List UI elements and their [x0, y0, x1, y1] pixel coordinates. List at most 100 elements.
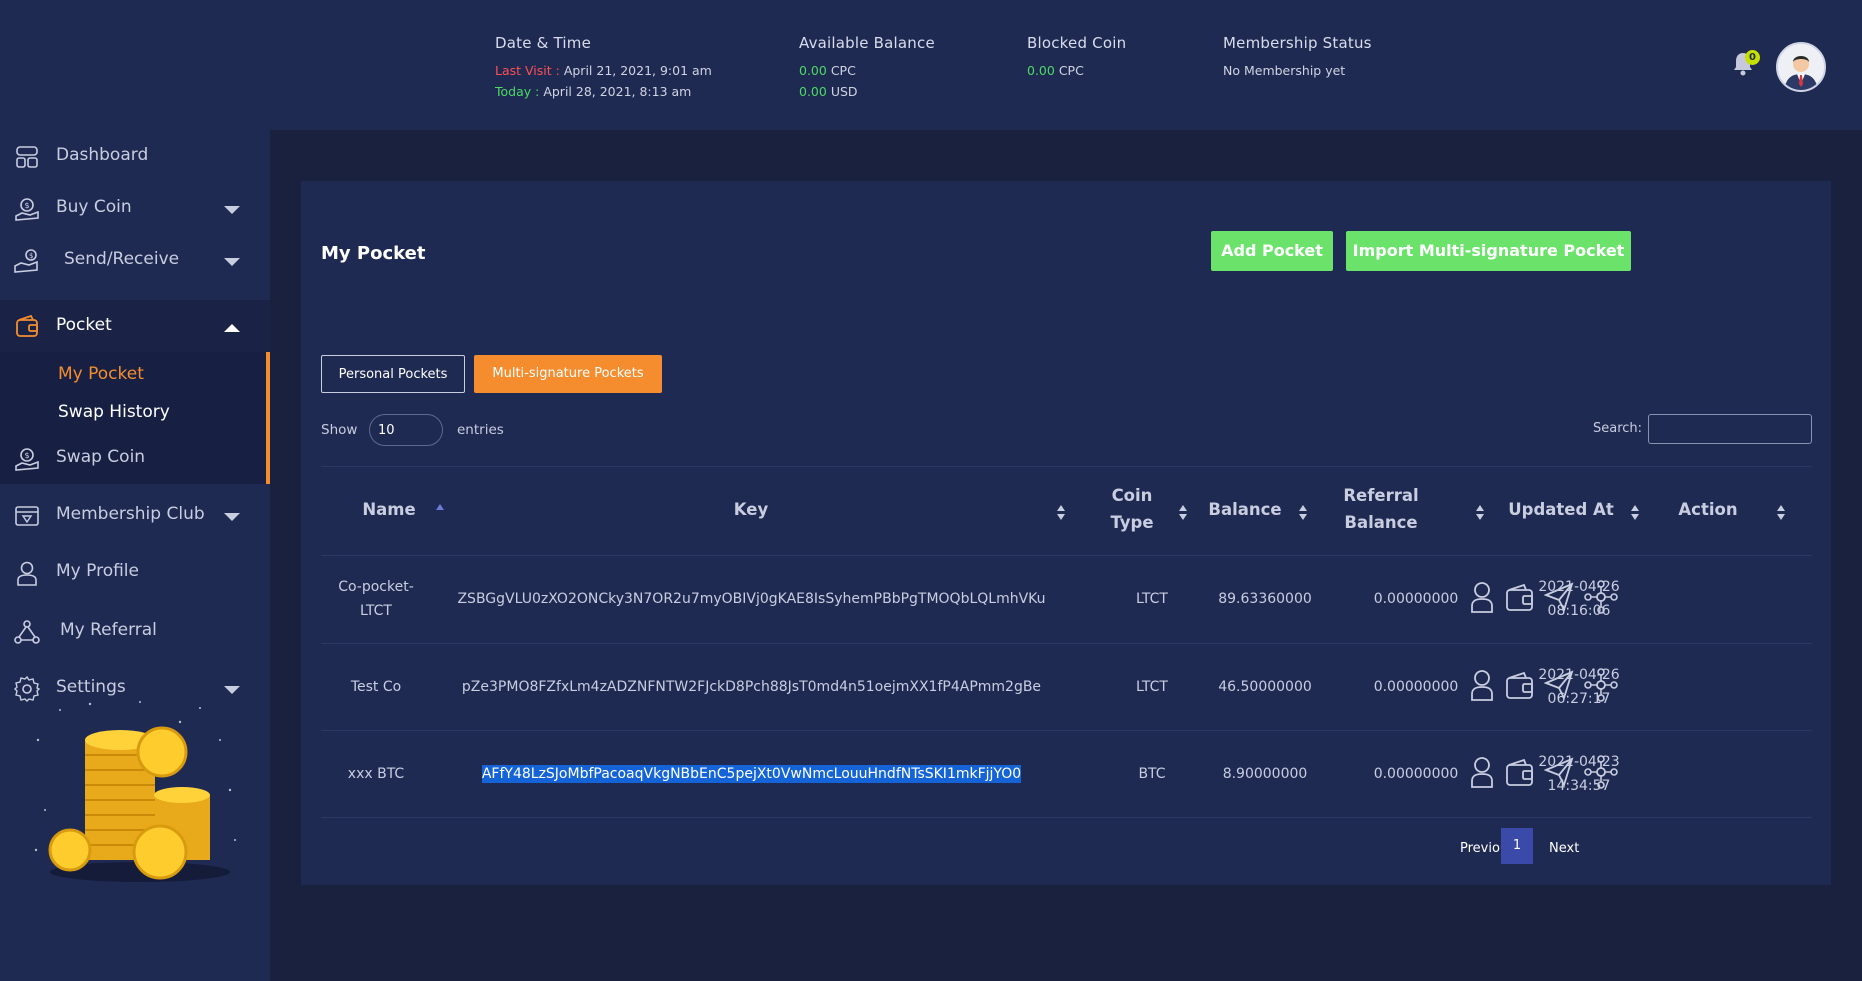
- wallet-icon[interactable]: [1505, 580, 1535, 614]
- available-cpc-unit: CPC: [826, 63, 856, 78]
- selected-key-text[interactable]: AFfY48LzSJoMbfPacoaqVkgNBbEnC5pejXt0VwNm…: [481, 765, 1022, 783]
- avatar-image: [1778, 44, 1824, 90]
- sidebar-item-dashboard[interactable]: Dashboard: [0, 130, 270, 182]
- column-header-updated-at[interactable]: Updated At: [1506, 496, 1616, 523]
- cell-referral-balance: 0.00000000: [1373, 591, 1459, 607]
- membership-block: Membership Status No Membership yet: [1223, 34, 1372, 81]
- send-icon[interactable]: [1544, 668, 1574, 702]
- sort-icon[interactable]: [1476, 505, 1484, 521]
- cell-referral-balance: 0.00000000: [1373, 679, 1459, 695]
- svg-text:$: $: [25, 201, 30, 210]
- cell-name-line2: LTCT: [360, 603, 392, 619]
- wallet-icon[interactable]: [1505, 755, 1535, 789]
- cell-name: Test Co: [321, 675, 431, 699]
- send-receive-icon: $: [14, 249, 38, 273]
- submenu-item-my-pocket[interactable]: My Pocket: [58, 364, 144, 384]
- column-header-balance[interactable]: Balance: [1200, 496, 1290, 523]
- user-icon: [17, 561, 37, 586]
- sort-icon[interactable]: [1299, 505, 1307, 521]
- search-label: Search:: [1593, 421, 1643, 436]
- cell-coin-type: BTC: [1138, 766, 1166, 782]
- network-icon[interactable]: [1584, 668, 1618, 702]
- sidebar-item-send-receive[interactable]: $ Send/Receive: [0, 234, 270, 286]
- table-row: Test Co pZe3PMO8FZfxLm4zADZNFNTW2FJckD8P…: [321, 644, 1812, 731]
- sidebar-item-label: My Profile: [56, 561, 139, 581]
- sidebar-item-swap-coin[interactable]: $ Swap Coin: [0, 432, 270, 484]
- available-usd-amount: 0.00: [799, 84, 827, 99]
- cell-name-line1: Test Co: [350, 679, 402, 695]
- cell-name-line1: xxx BTC: [347, 766, 405, 782]
- sort-asc-icon[interactable]: [436, 504, 444, 510]
- wallet-icon[interactable]: [1505, 668, 1535, 702]
- cell-key: pZe3PMO8FZfxLm4zADZNFNTW2FJckD8Pch88JsT0…: [461, 679, 1042, 695]
- user-icon[interactable]: [1469, 755, 1495, 789]
- chevron-down-icon[interactable]: [224, 258, 240, 266]
- cell-referral-balance: 0.00000000: [1373, 766, 1459, 782]
- blocked-coin-title: Blocked Coin: [1027, 34, 1127, 52]
- sort-icon[interactable]: [1777, 505, 1785, 521]
- sidebar-item-my-profile[interactable]: My Profile: [0, 546, 270, 598]
- sidebar-item-label: Settings: [56, 677, 126, 697]
- today-value: April 28, 2021, 8:13 am: [539, 84, 692, 99]
- sort-icon[interactable]: [1179, 505, 1187, 521]
- add-pocket-button[interactable]: Add Pocket: [1211, 231, 1333, 271]
- svg-text:$: $: [29, 252, 33, 260]
- send-icon[interactable]: [1544, 755, 1574, 789]
- cell-name-line1: Co-pocket-: [338, 579, 414, 595]
- chevron-down-icon[interactable]: [224, 513, 240, 521]
- submenu-item-swap-history[interactable]: Swap History: [58, 402, 170, 422]
- pagination-next[interactable]: Next: [1549, 841, 1579, 856]
- cell-coin-type: LTCT: [1136, 679, 1168, 695]
- chevron-up-icon[interactable]: [224, 324, 240, 332]
- avatar[interactable]: [1776, 42, 1826, 92]
- pocket-icon: [16, 314, 38, 337]
- column-header-coin-type-line2: Type: [1110, 513, 1154, 532]
- sidebar-item-label: Dashboard: [56, 145, 149, 165]
- network-icon[interactable]: [1584, 580, 1618, 614]
- sidebar-item-pocket[interactable]: Pocket: [0, 300, 274, 352]
- blocked-coin-unit: CPC: [1054, 63, 1084, 78]
- column-header-coin-type[interactable]: Coin Type: [1091, 482, 1173, 536]
- referral-icon: [14, 620, 40, 644]
- sidebar-item-my-referral[interactable]: My Referral: [0, 605, 270, 657]
- blocked-coin-block: Blocked Coin 0.00 CPC: [1027, 34, 1126, 81]
- sidebar-item-label: My Referral: [60, 620, 157, 640]
- sidebar-item-label: Send/Receive: [64, 249, 180, 269]
- pagination-page[interactable]: 1: [1501, 828, 1533, 864]
- notification-badge: 0: [1745, 50, 1760, 65]
- membership-icon: [15, 506, 39, 526]
- gear-icon: [14, 676, 40, 702]
- column-header-action[interactable]: Action: [1663, 496, 1753, 523]
- user-icon[interactable]: [1469, 668, 1495, 702]
- sidebar-item-label: Pocket: [56, 315, 112, 335]
- sidebar-item-membership-club[interactable]: Membership Club: [0, 489, 270, 541]
- import-multisig-pocket-button[interactable]: Import Multi-signature Pocket: [1346, 231, 1631, 271]
- column-header-name[interactable]: Name: [345, 496, 433, 523]
- cell-balance: 8.90000000: [1222, 766, 1308, 782]
- chevron-down-icon[interactable]: [224, 686, 240, 694]
- today-label: Today :: [495, 84, 540, 99]
- network-icon[interactable]: [1584, 755, 1618, 789]
- column-header-key[interactable]: Key: [701, 496, 801, 523]
- available-cpc-amount: 0.00: [799, 63, 827, 78]
- column-header-referral-balance[interactable]: Referral Balance: [1336, 482, 1426, 536]
- send-icon[interactable]: [1544, 580, 1574, 614]
- divider: [321, 466, 1812, 467]
- chevron-down-icon[interactable]: [224, 206, 240, 214]
- cell-key: ZSBGgVLU0zXO2ONCky3N7OR2u7myOBIVj0gKAE8I…: [457, 591, 1046, 607]
- table-row: xxx BTC AFfY48LzSJoMbfPacoaqVkgNBbEnC5pe…: [321, 731, 1812, 818]
- membership-value: No Membership yet: [1223, 63, 1346, 78]
- buy-coin-icon: $: [15, 198, 39, 221]
- search-input[interactable]: [1648, 414, 1812, 444]
- available-usd-unit: USD: [826, 84, 858, 99]
- tab-personal-pockets[interactable]: Personal Pockets: [321, 355, 465, 393]
- entries-select[interactable]: [369, 414, 443, 446]
- sidebar-item-buy-coin[interactable]: $ Buy Coin: [0, 182, 270, 234]
- dashboard-icon: [16, 146, 38, 168]
- cell-balance: 46.50000000: [1218, 679, 1312, 695]
- user-icon[interactable]: [1469, 580, 1495, 614]
- sort-icon[interactable]: [1631, 505, 1639, 521]
- tab-multisig-pockets[interactable]: Multi-signature Pockets: [474, 355, 662, 393]
- table-row: Co-pocket- LTCT ZSBGgVLU0zXO2ONCky3N7OR2…: [321, 556, 1812, 643]
- sort-icon[interactable]: [1057, 505, 1065, 521]
